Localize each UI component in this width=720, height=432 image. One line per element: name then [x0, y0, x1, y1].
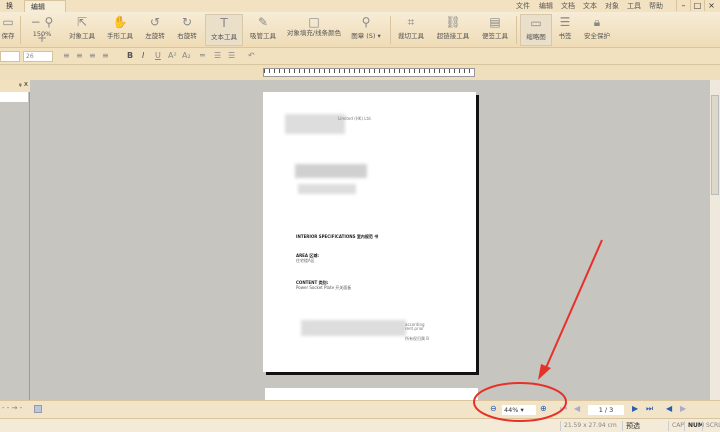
annotation-arrow-line — [544, 239, 603, 371]
annotation-arrowhead — [538, 364, 551, 380]
annotation-ellipse — [473, 382, 567, 422]
annotation-overlay — [473, 239, 603, 422]
